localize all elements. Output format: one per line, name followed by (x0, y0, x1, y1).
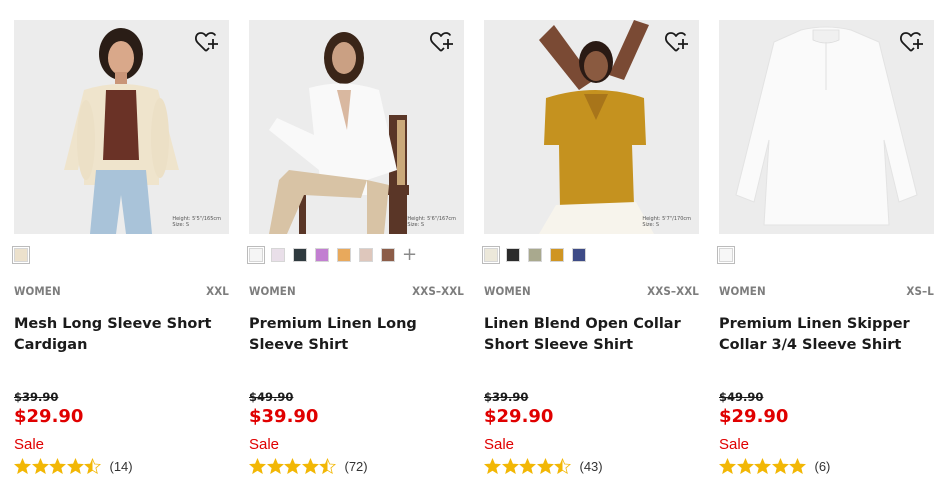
product-meta: WOMEN XS–L (719, 284, 934, 298)
product-meta: WOMEN XXS–XXL (249, 284, 464, 298)
color-swatch[interactable] (359, 248, 373, 262)
product-image[interactable]: Height: 5'6"/167cm Size: S (249, 20, 464, 234)
model-size: Size: S (172, 222, 190, 228)
star-icon (84, 458, 101, 474)
sale-price: $29.90 (719, 406, 789, 427)
color-swatch[interactable] (337, 248, 351, 262)
product-name[interactable]: Mesh Long Sleeve Short Cardigan (14, 314, 229, 356)
model-size: Size: S (407, 222, 425, 228)
product-image[interactable]: Height: 5'5"/165cm Size: S (14, 20, 229, 234)
star-rating (249, 458, 337, 474)
color-swatch[interactable] (381, 248, 395, 262)
original-price: $49.90 (719, 390, 764, 404)
rating[interactable]: (6) (719, 458, 830, 474)
star-rating (484, 458, 572, 474)
original-price: $39.90 (14, 390, 59, 404)
star-icon (301, 458, 319, 474)
product-meta: WOMEN XXL (14, 284, 229, 298)
star-icon (519, 458, 536, 474)
color-swatch[interactable] (271, 248, 285, 262)
rating[interactable]: (72) (249, 458, 368, 474)
sale-flag: Sale (14, 436, 45, 453)
product-card[interactable]: Height: 5'5"/165cm Size: S WOMEN XXL Mes… (12, 0, 229, 502)
review-count: (43) (579, 458, 603, 474)
review-count: (14) (109, 458, 133, 474)
color-swatch[interactable] (506, 248, 520, 262)
star-rating (719, 458, 807, 474)
size-range: XXS–XXL (647, 284, 699, 298)
star-icon (771, 458, 789, 474)
gender-label: WOMEN (14, 284, 61, 298)
gender-label: WOMEN (249, 284, 296, 298)
color-swatch[interactable] (293, 248, 307, 262)
product-card[interactable]: Height: 5'7"/170cm Size: S WOMEN XXS–XXL… (482, 0, 699, 502)
model-height-note: Height: 5'7"/170cm Size: S (642, 216, 691, 228)
review-count: (72) (344, 458, 368, 474)
size-range: XXL (206, 284, 229, 298)
color-swatches (482, 246, 594, 264)
product-card[interactable]: WOMEN XS–L Premium Linen Skipper Collar … (717, 0, 934, 502)
product-name[interactable]: Premium Linen Skipper Collar 3/4 Sleeve … (719, 314, 934, 356)
star-icon (719, 458, 736, 474)
star-icon (14, 458, 31, 474)
color-swatch[interactable] (247, 246, 265, 264)
sale-price: $29.90 (14, 406, 84, 427)
color-swatch[interactable] (717, 246, 735, 264)
product-name[interactable]: Premium Linen Long Sleeve Shirt (249, 314, 464, 356)
star-icon (66, 458, 84, 474)
product-image[interactable] (719, 20, 934, 234)
model-height-note: Height: 5'5"/165cm Size: S (172, 216, 221, 228)
color-swatches (12, 246, 36, 264)
sale-flag: Sale (249, 436, 280, 453)
gender-label: WOMEN (484, 284, 531, 298)
star-icon (554, 458, 571, 474)
color-swatches: + (247, 246, 417, 264)
star-rating (14, 458, 102, 474)
heart-plus-icon[interactable] (899, 30, 925, 54)
color-swatch[interactable] (482, 246, 500, 264)
original-price: $49.90 (249, 390, 294, 404)
star-icon (266, 458, 284, 474)
sale-price: $39.90 (249, 406, 319, 427)
color-swatch[interactable] (528, 248, 542, 262)
product-grid: Height: 5'5"/165cm Size: S WOMEN XXL Mes… (0, 0, 945, 502)
original-price: $39.90 (484, 390, 529, 404)
color-swatch[interactable] (12, 246, 30, 264)
product-image[interactable]: Height: 5'7"/170cm Size: S (484, 20, 699, 234)
sale-flag: Sale (719, 436, 750, 453)
star-icon (284, 458, 301, 474)
product-card[interactable]: Height: 5'6"/167cm Size: S + WOMEN XXS–X… (247, 0, 464, 502)
review-count: (6) (814, 458, 831, 474)
star-icon (501, 458, 519, 474)
star-icon (754, 458, 771, 474)
sale-flag: Sale (484, 436, 515, 453)
star-icon (736, 458, 754, 474)
rating[interactable]: (43) (484, 458, 603, 474)
heart-plus-icon[interactable] (664, 30, 690, 54)
model-size: Size: S (642, 222, 660, 228)
star-icon (49, 458, 66, 474)
color-swatch[interactable] (315, 248, 329, 262)
star-icon (31, 458, 49, 474)
size-range: XXS–XXL (412, 284, 464, 298)
gender-label: WOMEN (719, 284, 766, 298)
heart-plus-icon[interactable] (429, 30, 455, 54)
color-swatch[interactable] (550, 248, 564, 262)
sale-price: $29.90 (484, 406, 554, 427)
size-range: XS–L (906, 284, 934, 298)
plus-icon[interactable]: + (402, 246, 417, 264)
star-icon (484, 458, 501, 474)
product-name[interactable]: Linen Blend Open Collar Short Sleeve Shi… (484, 314, 699, 356)
product-meta: WOMEN XXS–XXL (484, 284, 699, 298)
heart-plus-icon[interactable] (194, 30, 220, 54)
star-icon (536, 458, 554, 474)
color-swatches (717, 246, 741, 264)
rating[interactable]: (14) (14, 458, 133, 474)
color-swatch[interactable] (572, 248, 586, 262)
star-icon (249, 458, 266, 474)
model-height-note: Height: 5'6"/167cm Size: S (407, 216, 456, 228)
star-icon (319, 458, 336, 474)
star-icon (789, 458, 806, 474)
